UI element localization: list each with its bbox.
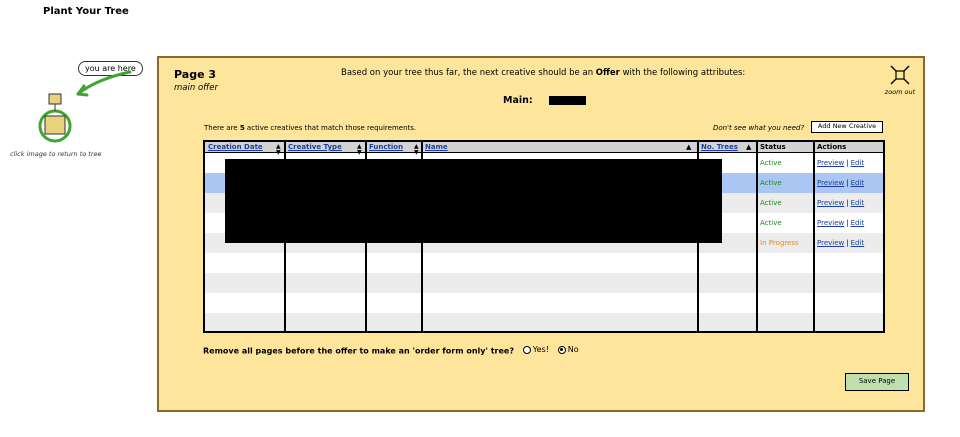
- col-no-trees[interactable]: No. Trees: [698, 142, 738, 153]
- edit-link[interactable]: Edit: [851, 239, 865, 247]
- col-status: Status: [760, 143, 786, 151]
- radio-yes[interactable]: Yes!: [522, 345, 549, 354]
- instruction-suffix: with the following attributes:: [619, 68, 746, 78]
- row-actions: Preview | Edit: [817, 153, 864, 173]
- table-row-empty: [205, 293, 883, 313]
- add-new-creative-button[interactable]: Add New Creative: [811, 121, 883, 133]
- radio-no[interactable]: No: [557, 345, 579, 354]
- table-header: Creation Date ▲ ▼ Creative Type ▲ ▼ Functi…: [205, 142, 883, 156]
- action-separator: |: [846, 159, 849, 167]
- tree-thumbnail[interactable]: you are here click image to return to tr…: [0, 58, 150, 168]
- row-status: Active: [760, 199, 782, 207]
- row-actions: Preview | Edit: [817, 233, 864, 253]
- edit-link[interactable]: Edit: [851, 219, 865, 227]
- edit-link[interactable]: Edit: [851, 159, 865, 167]
- action-separator: |: [846, 179, 849, 187]
- column-divider: [697, 142, 699, 331]
- radio-no-circle[interactable]: [557, 345, 566, 354]
- preview-link[interactable]: Preview: [817, 199, 844, 207]
- row-actions: Preview | Edit: [817, 173, 864, 193]
- main-value-redacted: [549, 96, 586, 105]
- edit-link[interactable]: Edit: [851, 199, 865, 207]
- zoom-out-icon[interactable]: [889, 64, 911, 86]
- instruction-text: Based on your tree thus far, the next cr…: [341, 68, 745, 78]
- sort-updown-icon[interactable]: ▲ ▼: [276, 144, 281, 156]
- main-label: Main:: [503, 95, 533, 106]
- sort-asc-icon[interactable]: ▲: [686, 144, 691, 151]
- radio-no-label: No: [567, 345, 579, 354]
- creatives-table: Active Preview | Edit Active Preview | Edit …: [203, 140, 885, 333]
- sort-updown-icon[interactable]: ▲ ▼: [357, 144, 362, 156]
- match-summary-suffix: active creatives that match those requir…: [244, 124, 417, 132]
- row-status: In Progress: [760, 239, 799, 247]
- offer-panel: Page 3 main offer Based on your tree thu…: [157, 56, 925, 412]
- action-separator: |: [846, 239, 849, 247]
- column-divider: [813, 142, 815, 331]
- preview-link[interactable]: Preview: [817, 179, 844, 187]
- redacted-content: [225, 159, 722, 243]
- match-summary: There are 5 active creatives that match …: [204, 124, 416, 132]
- row-actions: Preview | Edit: [817, 193, 864, 213]
- col-function[interactable]: Function: [366, 142, 403, 153]
- row-status: Active: [760, 179, 782, 187]
- remove-pages-question: Remove all pages before the offer to mak…: [203, 345, 579, 356]
- page-title: Plant Your Tree: [43, 6, 129, 17]
- col-creative-type[interactable]: Creative Type: [285, 142, 342, 153]
- column-divider: [365, 142, 367, 331]
- tree-node-icon[interactable]: [30, 66, 140, 146]
- table-row-empty: [205, 313, 883, 331]
- column-divider: [756, 142, 758, 331]
- radio-yes-label: Yes!: [532, 345, 549, 354]
- column-divider: [421, 142, 423, 331]
- radio-yes-circle[interactable]: [522, 345, 531, 354]
- column-divider: [284, 142, 286, 331]
- edit-link[interactable]: Edit: [851, 179, 865, 187]
- instruction-creative-type: Offer: [595, 68, 620, 78]
- row-actions: Preview | Edit: [817, 213, 864, 233]
- preview-link[interactable]: Preview: [817, 219, 844, 227]
- preview-link[interactable]: Preview: [817, 239, 844, 247]
- row-status: Active: [760, 159, 782, 167]
- table-row-empty: [205, 253, 883, 273]
- action-separator: |: [846, 199, 849, 207]
- row-status: Active: [760, 219, 782, 227]
- sort-updown-icon[interactable]: ▲ ▼: [414, 144, 419, 156]
- preview-link[interactable]: Preview: [817, 159, 844, 167]
- zoom-out-label: zoom out: [884, 88, 916, 96]
- need-text: Don't see what you need?: [713, 124, 805, 132]
- table-row-empty: [205, 273, 883, 293]
- zoom-out-button[interactable]: zoom out: [877, 64, 923, 96]
- remove-pages-text: Remove all pages before the offer to mak…: [203, 346, 514, 356]
- panel-page-subtitle: main offer: [174, 83, 218, 93]
- col-actions: Actions: [817, 143, 847, 151]
- instruction-prefix: Based on your tree thus far, the next cr…: [341, 68, 596, 78]
- save-page-button[interactable]: Save Page: [845, 373, 909, 391]
- col-name[interactable]: Name: [422, 142, 448, 153]
- sort-asc-icon[interactable]: ▲: [746, 144, 751, 151]
- match-summary-prefix: There are: [204, 124, 240, 132]
- panel-page-label: Page 3: [174, 68, 217, 81]
- col-creation-date[interactable]: Creation Date: [205, 142, 263, 153]
- action-separator: |: [846, 219, 849, 227]
- tree-caption: click image to return to tree: [10, 150, 102, 158]
